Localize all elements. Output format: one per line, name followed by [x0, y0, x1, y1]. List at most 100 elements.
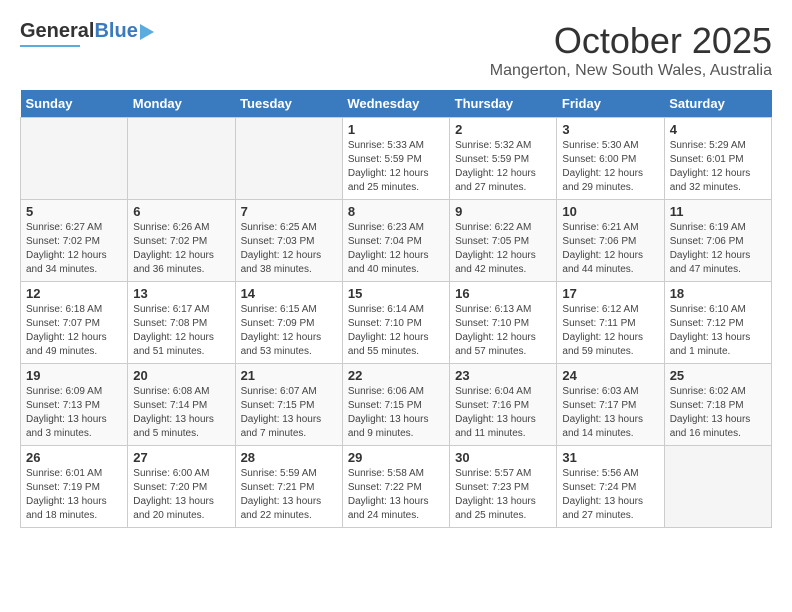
- day-cell: 19Sunrise: 6:09 AMSunset: 7:13 PMDayligh…: [21, 364, 128, 446]
- day-cell: 14 Sunrise: 6:15 AMSunset: 7:09 PMDayligh…: [235, 282, 342, 364]
- day-info: Sunrise: 6:10 AMSunset: 7:12 PMDaylight:…: [670, 303, 766, 359]
- day-number: 2: [455, 122, 551, 137]
- week-row-1: 1Sunrise: 5:33 AMSunset: 5:59 PMDaylight…: [21, 118, 772, 200]
- day-info: Sunrise: 6:01 AMSunset: 7:19 PMDaylight:…: [26, 467, 122, 523]
- day-info: Sunrise: 5:33 AMSunset: 5:59 PMDaylight:…: [348, 139, 444, 195]
- month-title: October 2025: [490, 20, 772, 62]
- day-info: Sunrise: 6:26 AMSunset: 7:02 PMDaylight:…: [133, 221, 229, 277]
- day-cell: 24 Sunrise: 6:03 AMSunset: 7:17 PMDayligh…: [557, 364, 664, 446]
- day-cell: 20Sunrise: 6:08 AMSunset: 7:14 PMDayligh…: [128, 364, 235, 446]
- day-info: Sunrise: 5:29 AMSunset: 6:01 PMDaylight:…: [670, 139, 766, 195]
- day-cell: 25Sunrise: 6:02 AMSunset: 7:18 PMDayligh…: [664, 364, 771, 446]
- day-cell: [21, 118, 128, 200]
- day-number: 9: [455, 204, 551, 219]
- week-row-2: 5 Sunrise: 6:27 AMSunset: 7:02 PMDaylight…: [21, 200, 772, 282]
- day-cell: 8 Sunrise: 6:23 AMSunset: 7:04 PMDaylight…: [342, 200, 449, 282]
- location: Mangerton, New South Wales, Australia: [490, 62, 772, 80]
- day-info: Sunrise: 6:06 AMSunset: 7:15 PMDaylight:…: [348, 385, 444, 441]
- day-info: Sunrise: 6:17 AMSunset: 7:08 PMDaylight:…: [133, 303, 229, 359]
- day-number: 26: [26, 450, 122, 465]
- day-info: Sunrise: 6:27 AMSunset: 7:02 PMDaylight:…: [26, 221, 122, 277]
- day-cell: [128, 118, 235, 200]
- title-block: October 2025 Mangerton, New South Wales,…: [490, 20, 772, 80]
- page-header: General Blue October 2025 Mangerton, New…: [20, 20, 772, 80]
- day-info: Sunrise: 5:58 AMSunset: 7:22 PMDaylight:…: [348, 467, 444, 523]
- day-info: Sunrise: 6:02 AMSunset: 7:18 PMDaylight:…: [670, 385, 766, 441]
- day-cell: 26 Sunrise: 6:01 AMSunset: 7:19 PMDayligh…: [21, 446, 128, 528]
- day-info: Sunrise: 6:14 AMSunset: 7:10 PMDaylight:…: [348, 303, 444, 359]
- day-cell: 2 Sunrise: 5:32 AMSunset: 5:59 PMDaylight…: [450, 118, 557, 200]
- day-cell: [664, 446, 771, 528]
- day-number: 21: [241, 368, 337, 383]
- day-cell: 15 Sunrise: 6:14 AMSunset: 7:10 PMDayligh…: [342, 282, 449, 364]
- col-header-saturday: Saturday: [664, 90, 771, 118]
- day-info: Sunrise: 5:32 AMSunset: 5:59 PMDaylight:…: [455, 139, 551, 195]
- day-info: Sunrise: 5:57 AMSunset: 7:23 PMDaylight:…: [455, 467, 551, 523]
- logo: General Blue: [20, 20, 154, 47]
- day-cell: 16 Sunrise: 6:13 AMSunset: 7:10 PMDayligh…: [450, 282, 557, 364]
- logo-blue: Blue: [94, 20, 137, 43]
- day-cell: 30 Sunrise: 5:57 AMSunset: 7:23 PMDayligh…: [450, 446, 557, 528]
- day-number: 27: [133, 450, 229, 465]
- col-header-friday: Friday: [557, 90, 664, 118]
- day-number: 13: [133, 286, 229, 301]
- day-cell: 28Sunrise: 5:59 AMSunset: 7:21 PMDayligh…: [235, 446, 342, 528]
- logo-general: General: [20, 20, 94, 43]
- day-number: 3: [562, 122, 658, 137]
- day-cell: 17Sunrise: 6:12 AMSunset: 7:11 PMDayligh…: [557, 282, 664, 364]
- day-number: 28: [241, 450, 337, 465]
- day-cell: 4 Sunrise: 5:29 AMSunset: 6:01 PMDaylight…: [664, 118, 771, 200]
- day-cell: 22 Sunrise: 6:06 AMSunset: 7:15 PMDayligh…: [342, 364, 449, 446]
- day-info: Sunrise: 6:03 AMSunset: 7:17 PMDaylight:…: [562, 385, 658, 441]
- day-number: 7: [241, 204, 337, 219]
- day-number: 23: [455, 368, 551, 383]
- day-info: Sunrise: 6:22 AMSunset: 7:05 PMDaylight:…: [455, 221, 551, 277]
- day-cell: 9 Sunrise: 6:22 AMSunset: 7:05 PMDaylight…: [450, 200, 557, 282]
- week-row-4: 19Sunrise: 6:09 AMSunset: 7:13 PMDayligh…: [21, 364, 772, 446]
- day-cell: 21Sunrise: 6:07 AMSunset: 7:15 PMDayligh…: [235, 364, 342, 446]
- day-number: 18: [670, 286, 766, 301]
- day-info: Sunrise: 6:13 AMSunset: 7:10 PMDaylight:…: [455, 303, 551, 359]
- day-cell: 7Sunrise: 6:25 AMSunset: 7:03 PMDaylight…: [235, 200, 342, 282]
- day-number: 8: [348, 204, 444, 219]
- day-number: 31: [562, 450, 658, 465]
- day-info: Sunrise: 6:00 AMSunset: 7:20 PMDaylight:…: [133, 467, 229, 523]
- day-cell: 10 Sunrise: 6:21 AMSunset: 7:06 PMDayligh…: [557, 200, 664, 282]
- calendar-table: SundayMondayTuesdayWednesdayThursdayFrid…: [20, 90, 772, 528]
- day-number: 10: [562, 204, 658, 219]
- col-header-sunday: Sunday: [21, 90, 128, 118]
- day-info: Sunrise: 6:04 AMSunset: 7:16 PMDaylight:…: [455, 385, 551, 441]
- day-info: Sunrise: 6:08 AMSunset: 7:14 PMDaylight:…: [133, 385, 229, 441]
- week-row-3: 12 Sunrise: 6:18 AMSunset: 7:07 PMDayligh…: [21, 282, 772, 364]
- day-number: 14: [241, 286, 337, 301]
- day-info: Sunrise: 6:19 AMSunset: 7:06 PMDaylight:…: [670, 221, 766, 277]
- day-number: 15: [348, 286, 444, 301]
- day-number: 30: [455, 450, 551, 465]
- day-cell: 18 Sunrise: 6:10 AMSunset: 7:12 PMDayligh…: [664, 282, 771, 364]
- day-number: 4: [670, 122, 766, 137]
- logo-line: [20, 45, 80, 47]
- week-row-5: 26 Sunrise: 6:01 AMSunset: 7:19 PMDayligh…: [21, 446, 772, 528]
- day-info: Sunrise: 6:15 AMSunset: 7:09 PMDaylight:…: [241, 303, 337, 359]
- header-row: SundayMondayTuesdayWednesdayThursdayFrid…: [21, 90, 772, 118]
- day-cell: 13 Sunrise: 6:17 AMSunset: 7:08 PMDayligh…: [128, 282, 235, 364]
- logo-arrow-icon: [140, 24, 154, 40]
- day-info: Sunrise: 6:18 AMSunset: 7:07 PMDaylight:…: [26, 303, 122, 359]
- day-info: Sunrise: 6:21 AMSunset: 7:06 PMDaylight:…: [562, 221, 658, 277]
- day-number: 6: [133, 204, 229, 219]
- day-info: Sunrise: 6:09 AMSunset: 7:13 PMDaylight:…: [26, 385, 122, 441]
- day-number: 5: [26, 204, 122, 219]
- day-number: 24: [562, 368, 658, 383]
- col-header-monday: Monday: [128, 90, 235, 118]
- day-cell: 1Sunrise: 5:33 AMSunset: 5:59 PMDaylight…: [342, 118, 449, 200]
- day-cell: 29Sunrise: 5:58 AMSunset: 7:22 PMDayligh…: [342, 446, 449, 528]
- day-number: 12: [26, 286, 122, 301]
- day-cell: 31 Sunrise: 5:56 AMSunset: 7:24 PMDayligh…: [557, 446, 664, 528]
- day-info: Sunrise: 5:56 AMSunset: 7:24 PMDaylight:…: [562, 467, 658, 523]
- day-number: 16: [455, 286, 551, 301]
- day-cell: 5 Sunrise: 6:27 AMSunset: 7:02 PMDaylight…: [21, 200, 128, 282]
- day-cell: 23 Sunrise: 6:04 AMSunset: 7:16 PMDayligh…: [450, 364, 557, 446]
- day-info: Sunrise: 6:23 AMSunset: 7:04 PMDaylight:…: [348, 221, 444, 277]
- day-number: 22: [348, 368, 444, 383]
- day-info: Sunrise: 5:30 AMSunset: 6:00 PMDaylight:…: [562, 139, 658, 195]
